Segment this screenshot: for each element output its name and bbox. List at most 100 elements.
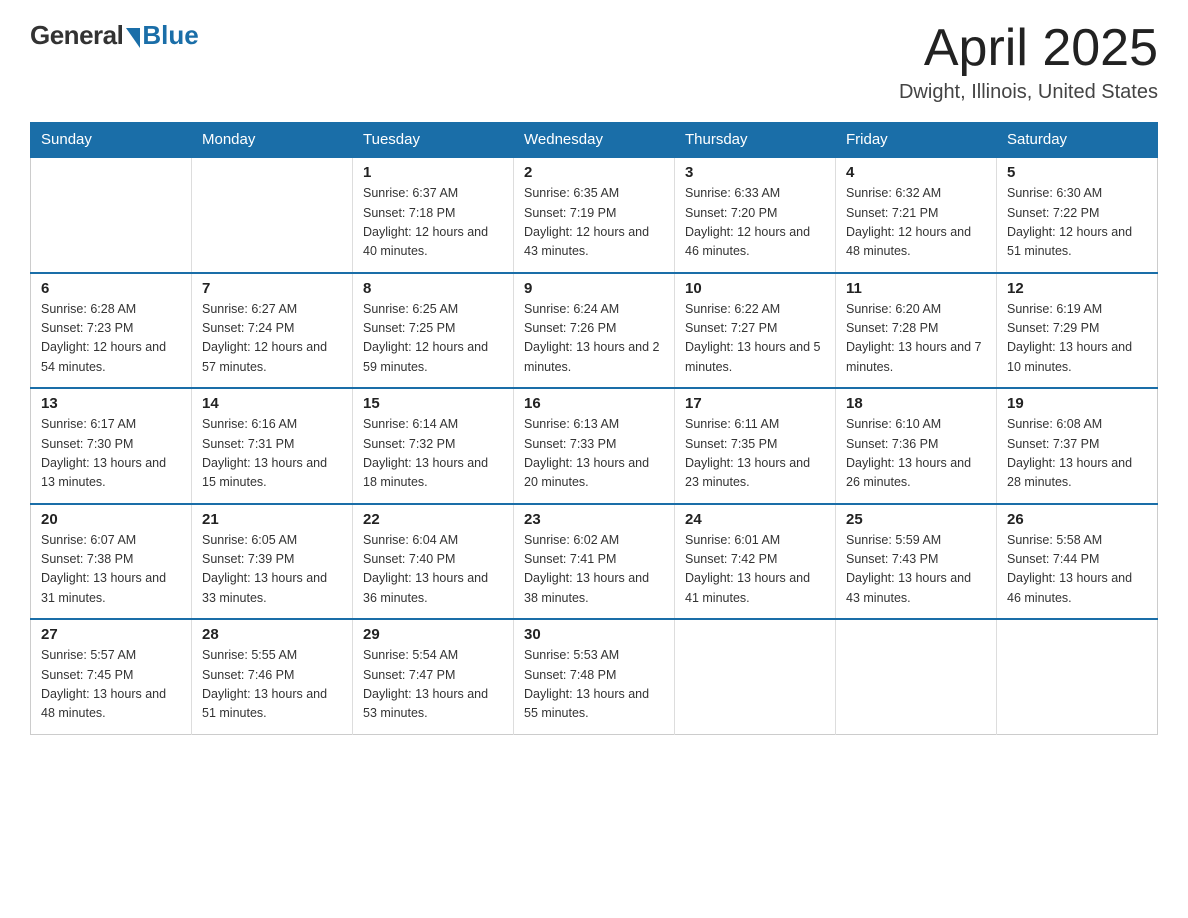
- day-number: 15: [363, 395, 503, 412]
- day-number: 8: [363, 280, 503, 297]
- calendar-day-cell: 16 Sunrise: 6:13 AMSunset: 7:33 PMDayligh…: [514, 388, 675, 504]
- day-number: 18: [846, 395, 986, 412]
- day-number: 20: [41, 511, 181, 528]
- logo: General Blue: [30, 20, 199, 51]
- day-number: 13: [41, 395, 181, 412]
- day-number: 7: [202, 280, 342, 297]
- calendar-day-cell: 24 Sunrise: 6:01 AMSunset: 7:42 PMDayligh…: [675, 504, 836, 620]
- day-info: Sunrise: 5:55 AMSunset: 7:46 PMDaylight:…: [202, 646, 342, 724]
- calendar-day-cell: 8 Sunrise: 6:25 AMSunset: 7:25 PMDaylight…: [353, 273, 514, 389]
- day-number: 1: [363, 164, 503, 181]
- day-info: Sunrise: 6:28 AMSunset: 7:23 PMDaylight:…: [41, 300, 181, 378]
- day-of-week-header: Tuesday: [353, 123, 514, 158]
- calendar-day-cell: 27 Sunrise: 5:57 AMSunset: 7:45 PMDayligh…: [31, 619, 192, 734]
- day-number: 24: [685, 511, 825, 528]
- day-number: 22: [363, 511, 503, 528]
- day-number: 5: [1007, 164, 1147, 181]
- day-info: Sunrise: 6:11 AMSunset: 7:35 PMDaylight:…: [685, 415, 825, 493]
- day-of-week-header: Friday: [836, 123, 997, 158]
- calendar-day-cell: 14Sunrise: 6:16 AMSunset: 7:31 PMDayligh…: [192, 388, 353, 504]
- day-number: 30: [524, 626, 664, 643]
- logo-arrow-icon: [126, 28, 140, 48]
- day-info: Sunrise: 6:20 AMSunset: 7:28 PMDaylight:…: [846, 300, 986, 378]
- day-info: Sunrise: 6:17 AMSunset: 7:30 PMDaylight:…: [41, 415, 181, 493]
- day-number: 9: [524, 280, 664, 297]
- day-info: Sunrise: 6:24 AMSunset: 7:26 PMDaylight:…: [524, 300, 664, 378]
- day-info: Sunrise: 5:53 AMSunset: 7:48 PMDaylight:…: [524, 646, 664, 724]
- calendar-day-cell: 12Sunrise: 6:19 AMSunset: 7:29 PMDayligh…: [997, 273, 1158, 389]
- calendar-day-cell: 7 Sunrise: 6:27 AMSunset: 7:24 PMDaylight…: [192, 273, 353, 389]
- day-info: Sunrise: 6:33 AMSunset: 7:20 PMDaylight:…: [685, 184, 825, 262]
- logo-general-text: General: [30, 20, 123, 51]
- calendar-day-cell: 23Sunrise: 6:02 AMSunset: 7:41 PMDayligh…: [514, 504, 675, 620]
- calendar-week-row: 13 Sunrise: 6:17 AMSunset: 7:30 PMDayligh…: [31, 388, 1158, 504]
- day-info: Sunrise: 6:05 AMSunset: 7:39 PMDaylight:…: [202, 531, 342, 609]
- day-number: 19: [1007, 395, 1147, 412]
- day-info: Sunrise: 6:10 AMSunset: 7:36 PMDaylight:…: [846, 415, 986, 493]
- day-info: Sunrise: 6:27 AMSunset: 7:24 PMDaylight:…: [202, 300, 342, 378]
- title-block: April 2025 Dwight, Illinois, United Stat…: [899, 20, 1158, 104]
- day-number: 25: [846, 511, 986, 528]
- calendar-day-cell: 1Sunrise: 6:37 AMSunset: 7:18 PMDaylight…: [353, 157, 514, 273]
- day-info: Sunrise: 6:13 AMSunset: 7:33 PMDaylight:…: [524, 415, 664, 493]
- calendar-day-cell: 30 Sunrise: 5:53 AMSunset: 7:48 PMDayligh…: [514, 619, 675, 734]
- day-info: Sunrise: 6:14 AMSunset: 7:32 PMDaylight:…: [363, 415, 503, 493]
- page-subtitle: Dwight, Illinois, United States: [899, 81, 1158, 104]
- day-number: 4: [846, 164, 986, 181]
- calendar-day-cell: 13 Sunrise: 6:17 AMSunset: 7:30 PMDayligh…: [31, 388, 192, 504]
- calendar-day-cell: 10 Sunrise: 6:22 AMSunset: 7:27 PMDayligh…: [675, 273, 836, 389]
- day-number: 28: [202, 626, 342, 643]
- calendar-day-cell: 22Sunrise: 6:04 AMSunset: 7:40 PMDayligh…: [353, 504, 514, 620]
- calendar-day-cell: 26 Sunrise: 5:58 AMSunset: 7:44 PMDayligh…: [997, 504, 1158, 620]
- day-number: 26: [1007, 511, 1147, 528]
- day-info: Sunrise: 6:07 AMSunset: 7:38 PMDaylight:…: [41, 531, 181, 609]
- calendar-week-row: 27 Sunrise: 5:57 AMSunset: 7:45 PMDayligh…: [31, 619, 1158, 734]
- day-of-week-header: Saturday: [997, 123, 1158, 158]
- calendar-week-row: 20 Sunrise: 6:07 AMSunset: 7:38 PMDayligh…: [31, 504, 1158, 620]
- calendar-header: SundayMondayTuesdayWednesdayThursdayFrid…: [31, 123, 1158, 158]
- day-of-week-header: Monday: [192, 123, 353, 158]
- page-header: General Blue April 2025 Dwight, Illinois…: [30, 20, 1158, 104]
- calendar-day-cell: [997, 619, 1158, 734]
- day-number: 17: [685, 395, 825, 412]
- day-info: Sunrise: 6:30 AMSunset: 7:22 PMDaylight:…: [1007, 184, 1147, 262]
- day-info: Sunrise: 6:08 AMSunset: 7:37 PMDaylight:…: [1007, 415, 1147, 493]
- calendar-week-row: 6 Sunrise: 6:28 AMSunset: 7:23 PMDaylight…: [31, 273, 1158, 389]
- day-number: 29: [363, 626, 503, 643]
- day-info: Sunrise: 6:22 AMSunset: 7:27 PMDaylight:…: [685, 300, 825, 378]
- day-info: Sunrise: 6:01 AMSunset: 7:42 PMDaylight:…: [685, 531, 825, 609]
- calendar-day-cell: [192, 157, 353, 273]
- day-number: 16: [524, 395, 664, 412]
- calendar-day-cell: 11 Sunrise: 6:20 AMSunset: 7:28 PMDayligh…: [836, 273, 997, 389]
- calendar-day-cell: 4Sunrise: 6:32 AMSunset: 7:21 PMDaylight…: [836, 157, 997, 273]
- day-of-week-header: Wednesday: [514, 123, 675, 158]
- day-info: Sunrise: 6:25 AMSunset: 7:25 PMDaylight:…: [363, 300, 503, 378]
- calendar-day-cell: [675, 619, 836, 734]
- day-number: 23: [524, 511, 664, 528]
- day-info: Sunrise: 5:54 AMSunset: 7:47 PMDaylight:…: [363, 646, 503, 724]
- calendar-day-cell: [836, 619, 997, 734]
- logo-blue-text: Blue: [142, 20, 198, 51]
- day-info: Sunrise: 6:19 AMSunset: 7:29 PMDaylight:…: [1007, 300, 1147, 378]
- calendar-day-cell: 20 Sunrise: 6:07 AMSunset: 7:38 PMDayligh…: [31, 504, 192, 620]
- calendar-day-cell: 17 Sunrise: 6:11 AMSunset: 7:35 PMDayligh…: [675, 388, 836, 504]
- day-info: Sunrise: 6:16 AMSunset: 7:31 PMDaylight:…: [202, 415, 342, 493]
- day-number: 6: [41, 280, 181, 297]
- day-info: Sunrise: 6:35 AMSunset: 7:19 PMDaylight:…: [524, 184, 664, 262]
- day-info: Sunrise: 5:58 AMSunset: 7:44 PMDaylight:…: [1007, 531, 1147, 609]
- calendar-day-cell: 5 Sunrise: 6:30 AMSunset: 7:22 PMDaylight…: [997, 157, 1158, 273]
- day-number: 10: [685, 280, 825, 297]
- calendar-day-cell: 21Sunrise: 6:05 AMSunset: 7:39 PMDayligh…: [192, 504, 353, 620]
- calendar-day-cell: 6 Sunrise: 6:28 AMSunset: 7:23 PMDaylight…: [31, 273, 192, 389]
- day-number: 3: [685, 164, 825, 181]
- day-info: Sunrise: 5:57 AMSunset: 7:45 PMDaylight:…: [41, 646, 181, 724]
- day-number: 11: [846, 280, 986, 297]
- calendar-day-cell: 28 Sunrise: 5:55 AMSunset: 7:46 PMDayligh…: [192, 619, 353, 734]
- calendar-day-cell: 19 Sunrise: 6:08 AMSunset: 7:37 PMDayligh…: [997, 388, 1158, 504]
- calendar-day-cell: 29 Sunrise: 5:54 AMSunset: 7:47 PMDayligh…: [353, 619, 514, 734]
- calendar-day-cell: 25Sunrise: 5:59 AMSunset: 7:43 PMDayligh…: [836, 504, 997, 620]
- page-title: April 2025: [899, 20, 1158, 77]
- day-number: 27: [41, 626, 181, 643]
- calendar-body: 1Sunrise: 6:37 AMSunset: 7:18 PMDaylight…: [31, 157, 1158, 734]
- calendar-day-cell: [31, 157, 192, 273]
